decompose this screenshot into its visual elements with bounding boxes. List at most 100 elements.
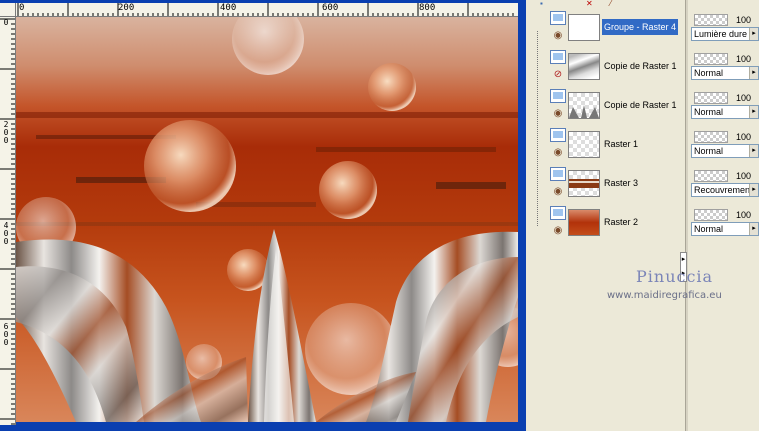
layers-palette: ◉ Groupe - Raster 4 ⊘ Copie de Raster 1 ◉ Cop… xyxy=(530,9,685,431)
raster-layer-icon xyxy=(550,128,566,142)
layer-row[interactable]: ◉ Raster 3 xyxy=(546,165,683,203)
opacity-value[interactable]: 100 xyxy=(731,132,751,142)
layer-thumbnail xyxy=(568,170,600,197)
vertical-ruler: 0 2 0 0 4 0 0 6 0 0 xyxy=(0,17,16,425)
raster-layer-icon xyxy=(550,167,566,181)
layer-name: Groupe - Raster 4 xyxy=(602,19,679,35)
opacity-value[interactable]: 100 xyxy=(731,210,751,220)
blend-mode-dropdown[interactable]: Lumière dure ▸ xyxy=(691,27,759,41)
ruler-label-400: 400 xyxy=(220,3,237,13)
layer-status-icons: ◉ xyxy=(549,88,566,122)
blend-mode-dropdown[interactable]: Normal ▸ xyxy=(691,66,759,80)
chevron-right-icon[interactable]: ▸ xyxy=(749,223,758,235)
brush-icon[interactable]: ⁄ xyxy=(610,0,611,8)
chevron-right-icon[interactable]: ▸ xyxy=(749,106,758,118)
artwork-canvas[interactable] xyxy=(16,17,518,422)
horizontal-ruler-ticks xyxy=(17,3,514,16)
vruler-label-0: 0 xyxy=(3,18,9,27)
opacity-slider[interactable] xyxy=(694,92,728,104)
eye-icon[interactable]: ◉ xyxy=(551,187,565,197)
layer-properties-row: 100 Normal ▸ xyxy=(691,87,759,125)
ruler-corner xyxy=(0,3,16,17)
opacity-value[interactable]: 100 xyxy=(731,15,751,25)
layer-status-icons: ◉ xyxy=(549,10,566,44)
thumb-art xyxy=(569,105,599,118)
layer-properties-row: 100 Recouvrement ▸ xyxy=(691,165,759,203)
ruler-label-800: 800 xyxy=(419,3,436,13)
blend-mode-dropdown[interactable]: Normal ▸ xyxy=(691,105,759,119)
blend-mode-dropdown[interactable]: Recouvrement ▸ xyxy=(691,183,759,197)
vruler-label-600: 6 0 0 xyxy=(3,322,9,347)
artwork-image xyxy=(16,17,518,422)
raster-layer-icon xyxy=(550,89,566,103)
eye-icon[interactable]: ◉ xyxy=(551,226,565,236)
opacity-value[interactable]: 100 xyxy=(731,54,751,64)
blend-mode-value: Normal xyxy=(694,107,724,117)
opacity-slider[interactable] xyxy=(694,131,728,143)
layer-name: Raster 2 xyxy=(604,217,639,227)
blend-mode-value: Normal xyxy=(694,146,724,156)
layer-name: Raster 3 xyxy=(604,178,639,188)
layer-status-icons: ◉ xyxy=(549,205,566,239)
layer-row[interactable]: ⊘ Copie de Raster 1 xyxy=(546,48,683,86)
layer-thumbnail xyxy=(568,131,600,158)
eye-icon[interactable]: ◉ xyxy=(551,31,565,41)
thumb-art xyxy=(569,179,599,188)
vruler-label-200: 2 0 0 xyxy=(3,120,9,145)
group-tree-line xyxy=(537,31,538,226)
blend-mode-value: Recouvrement xyxy=(694,185,753,195)
raster-layer-icon xyxy=(550,11,566,25)
new-layer-icon[interactable]: ▪ xyxy=(540,0,543,8)
ruler-label-200: 200 xyxy=(118,3,135,13)
layer-row[interactable]: ◉ Copie de Raster 1 xyxy=(546,87,683,125)
blend-mode-value: Lumière dure xyxy=(694,29,748,39)
raster-layer-icon xyxy=(550,50,566,64)
chevron-right-icon[interactable]: ▸ xyxy=(749,184,758,196)
opacity-slider[interactable] xyxy=(694,53,728,65)
layer-thumbnail xyxy=(568,53,600,80)
horizontal-ruler: 0 200 400 600 800 xyxy=(16,3,518,17)
ruler-label-600: 600 xyxy=(322,3,339,13)
vertical-ruler-ticks xyxy=(0,18,15,425)
blend-mode-value: Normal xyxy=(694,224,724,234)
layer-status-icons: ◉ xyxy=(549,127,566,161)
image-window: 0 200 400 600 800 0 2 0 0 4 0 0 6 0 0 xyxy=(0,0,526,431)
layer-properties-column: 100 Lumière dure ▸ 100 Normal ▸ 100 Normal ▸ 100 N… xyxy=(689,9,759,431)
layer-row[interactable]: ◉ Raster 2 xyxy=(546,204,683,242)
blend-mode-dropdown[interactable]: Normal ▸ xyxy=(691,222,759,236)
opacity-slider[interactable] xyxy=(694,209,728,221)
opacity-value[interactable]: 100 xyxy=(731,93,751,103)
layer-name: Copie de Raster 1 xyxy=(604,61,677,71)
raster-layer-icon xyxy=(550,206,566,220)
layer-status-icons: ⊘ xyxy=(549,49,566,83)
watermark-name: Pinuccia xyxy=(636,267,714,286)
chevron-right-icon[interactable]: ▸ xyxy=(749,67,758,79)
chevron-right-icon[interactable]: ▸ xyxy=(749,145,758,157)
layer-thumbnail xyxy=(568,92,600,119)
watermark-url: www.maidiregrafica.eu xyxy=(607,290,722,301)
layer-status-icons: ◉ xyxy=(549,166,566,200)
delete-layer-icon[interactable]: ✕ xyxy=(586,0,593,8)
layer-properties-row: 100 Normal ▸ xyxy=(691,126,759,164)
chevron-right-icon[interactable]: ▸ xyxy=(749,28,758,40)
layers-toolbar: ▪ ✕ ⁄ xyxy=(530,0,759,9)
layer-thumbnail xyxy=(568,14,600,41)
layer-row[interactable]: ◉ Raster 1 xyxy=(546,126,683,164)
opacity-slider[interactable] xyxy=(694,14,728,26)
layer-properties-row: 100 Lumière dure ▸ xyxy=(691,9,759,47)
blend-mode-value: Normal xyxy=(694,68,724,78)
layer-thumbnail xyxy=(568,209,600,236)
eye-hidden-icon[interactable]: ⊘ xyxy=(551,70,565,80)
eye-icon[interactable]: ◉ xyxy=(551,148,565,158)
ruler-label-0: 0 xyxy=(19,3,25,13)
eye-icon[interactable]: ◉ xyxy=(551,109,565,119)
opacity-value[interactable]: 100 xyxy=(731,171,751,181)
layer-properties-row: 100 Normal ▸ xyxy=(691,48,759,86)
layer-name: Copie de Raster 1 xyxy=(604,100,677,110)
psp-workspace: 0 200 400 600 800 0 2 0 0 4 0 0 6 0 0 ▪ … xyxy=(0,0,759,431)
blend-mode-dropdown[interactable]: Normal ▸ xyxy=(691,144,759,158)
opacity-slider[interactable] xyxy=(694,170,728,182)
layer-row[interactable]: ◉ Groupe - Raster 4 xyxy=(546,9,683,47)
panel-splitter[interactable] xyxy=(685,0,688,431)
vruler-label-400: 4 0 0 xyxy=(3,221,9,246)
